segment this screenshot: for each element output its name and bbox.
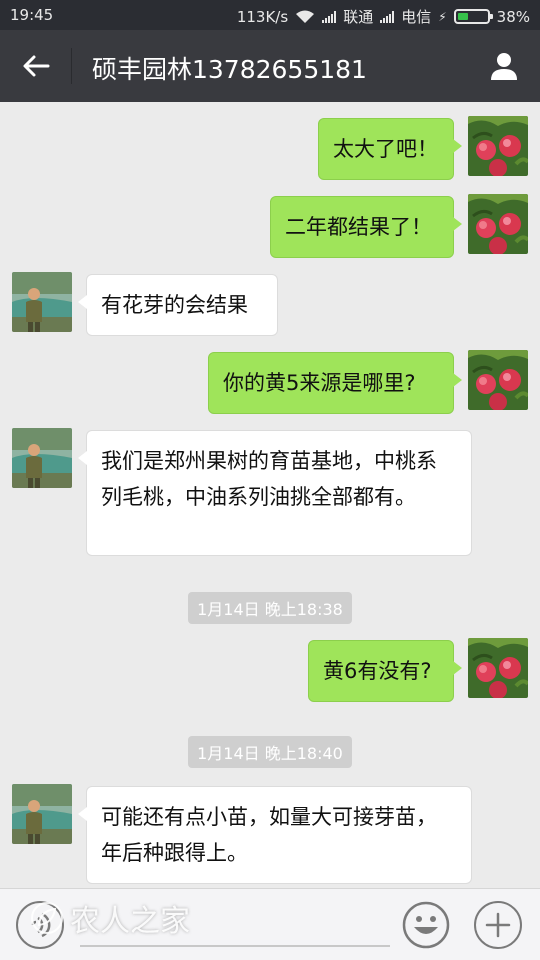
message-bubble[interactable]: 你的黄5来源是哪里? (208, 352, 462, 414)
my-avatar[interactable] (468, 350, 528, 410)
input-bar (0, 888, 540, 960)
outgoing-message: 你的黄5来源是哪里? (0, 350, 540, 414)
carrier-1: 联通 (343, 8, 374, 26)
charging-icon: ⚡ (438, 9, 447, 24)
my-avatar[interactable] (468, 638, 528, 698)
message-bubble[interactable]: 二年都结果了！ (270, 196, 462, 258)
title-bar: 硕丰园林13782655181 (0, 30, 540, 102)
back-button[interactable] (14, 46, 58, 86)
status-right-group: 113K/s 联通 电信 ⚡ 38% (237, 6, 530, 27)
message-input[interactable] (80, 903, 390, 947)
message-bubble[interactable]: 有花芽的会结果 (78, 274, 278, 336)
network-speed: 113K/s (236, 7, 289, 26)
status-bar: 19:45 113K/s 联通 电信 ⚡ 38% (0, 0, 540, 30)
timestamp-label: 1月14日 晚上18:40 (188, 736, 352, 768)
carrier-2: 电信 (401, 8, 432, 26)
voice-icon (31, 912, 51, 938)
incoming-message: 可能还有点小苗，如量大可接芽苗，年后种跟得上。 (0, 784, 540, 884)
contact-avatar[interactable] (12, 784, 72, 844)
my-avatar[interactable] (468, 194, 528, 254)
chat-message-list[interactable]: 太大了吧！ 二年都结果了！ 有花芽的会结果你的黄5来源是哪里? 我们是郑州果树的育苗基… (0, 102, 540, 888)
contact-avatar[interactable] (12, 428, 72, 488)
incoming-message: 有花芽的会结果 (0, 272, 540, 336)
chat-info-button[interactable] (482, 44, 526, 88)
more-button[interactable] (474, 901, 522, 949)
outgoing-message: 黄6有没有? (0, 638, 540, 702)
signal-icon (322, 10, 337, 23)
my-avatar[interactable] (468, 116, 528, 176)
status-time: 19:45 (10, 6, 54, 24)
battery-percent: 38% (496, 7, 530, 26)
timestamp-label: 1月14日 晚上18:38 (188, 592, 352, 624)
battery-icon (453, 9, 493, 24)
message-bubble[interactable]: 太大了吧！ (318, 118, 462, 180)
person-icon (491, 53, 517, 80)
chat-title: 硕丰园林13782655181 (92, 55, 367, 84)
message-bubble[interactable]: 我们是郑州果树的育苗基地，中桃系列毛桃，中油系列油挑全部都有。 (78, 430, 472, 556)
message-timestamp: 1月14日 晚上18:38 (0, 592, 540, 624)
contact-avatar[interactable] (12, 272, 72, 332)
emoji-icon[interactable] (402, 901, 450, 949)
message-bubble[interactable]: 黄6有没有? (308, 640, 462, 702)
wifi-icon (296, 10, 315, 23)
outgoing-message: 二年都结果了！ (0, 194, 540, 258)
signal-icon-2 (380, 10, 395, 23)
outgoing-message: 太大了吧！ (0, 116, 540, 180)
plus-icon (485, 912, 511, 938)
arrow-left-icon (23, 55, 50, 77)
incoming-message: 我们是郑州果树的育苗基地，中桃系列毛桃，中油系列油挑全部都有。 (0, 428, 540, 558)
title-divider (71, 48, 72, 84)
message-bubble[interactable]: 可能还有点小苗，如量大可接芽苗，年后种跟得上。 (78, 786, 472, 884)
voice-button[interactable] (16, 901, 64, 949)
message-timestamp: 1月14日 晚上18:40 (0, 736, 540, 768)
